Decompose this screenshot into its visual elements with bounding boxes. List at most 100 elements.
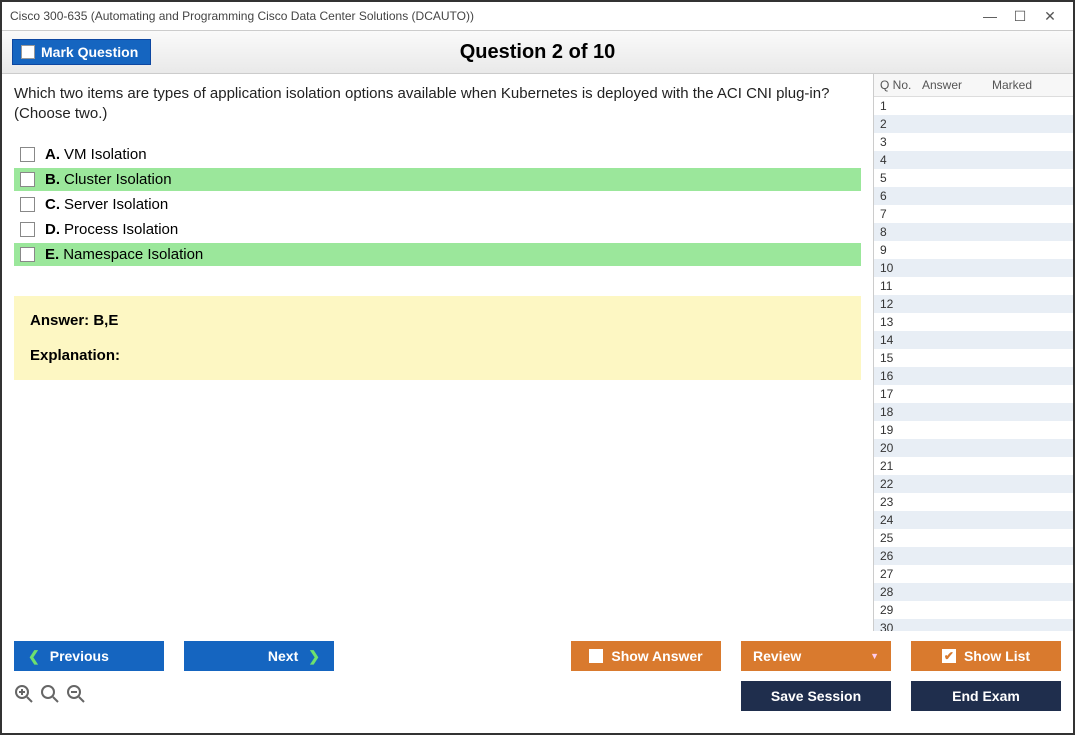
window-title: Cisco 300-635 (Automating and Programmin… [10,9,975,23]
question-list-row[interactable]: 24 [874,511,1073,529]
question-list-row[interactable]: 15 [874,349,1073,367]
end-exam-button[interactable]: End Exam [911,681,1061,711]
qno-cell: 21 [880,459,922,473]
show-list-checkbox-icon [942,649,956,663]
question-list-row[interactable]: 12 [874,295,1073,313]
choice-letter: B. [45,171,60,188]
qno-cell: 30 [880,621,922,631]
minimize-icon[interactable]: — [975,8,1005,24]
footer-row-1: ❮ Previous Next ❯ Show Answer Review ▼ S… [14,641,1061,671]
question-list-row[interactable]: 11 [874,277,1073,295]
qno-cell: 17 [880,387,922,401]
question-list-row[interactable]: 13 [874,313,1073,331]
end-exam-label: End Exam [952,688,1020,704]
qno-cell: 5 [880,171,922,185]
choice-row[interactable]: B.Cluster Isolation [14,168,861,191]
choice-checkbox[interactable] [20,147,35,162]
review-label: Review [753,648,801,664]
qno-cell: 2 [880,117,922,131]
question-text: Which two items are types of application… [14,84,861,125]
close-icon[interactable]: ✕ [1035,8,1065,25]
question-list-row[interactable]: 2 [874,115,1073,133]
qno-cell: 4 [880,153,922,167]
choice-row[interactable]: E.Namespace Isolation [14,243,861,266]
qno-cell: 22 [880,477,922,491]
mark-checkbox-icon [21,45,35,59]
question-list-row[interactable]: 27 [874,565,1073,583]
question-list-row[interactable]: 30 [874,619,1073,631]
qno-cell: 13 [880,315,922,329]
review-button[interactable]: Review ▼ [741,641,891,671]
question-list-body[interactable]: 1234567891011121314151617181920212223242… [874,97,1073,631]
col-answer: Answer [922,78,992,92]
footer-row-2: Save Session End Exam [14,681,1061,711]
qno-cell: 20 [880,441,922,455]
mark-question-button[interactable]: Mark Question [12,39,151,65]
choice-row[interactable]: A.VM Isolation [14,143,861,166]
choice-checkbox[interactable] [20,172,35,187]
chevron-right-icon: ❯ [308,648,320,665]
qno-cell: 1 [880,99,922,113]
question-list-row[interactable]: 25 [874,529,1073,547]
question-list-row[interactable]: 5 [874,169,1073,187]
choice-letter: D. [45,221,60,238]
next-button[interactable]: Next ❯ [184,641,334,671]
question-list-row[interactable]: 18 [874,403,1073,421]
question-list-row[interactable]: 1 [874,97,1073,115]
save-session-button[interactable]: Save Session [741,681,891,711]
save-session-label: Save Session [771,688,861,704]
choice-row[interactable]: C.Server Isolation [14,193,861,216]
question-list-row[interactable]: 29 [874,601,1073,619]
question-list-row[interactable]: 26 [874,547,1073,565]
question-list-row[interactable]: 23 [874,493,1073,511]
choice-text: Cluster Isolation [64,171,172,188]
qno-cell: 10 [880,261,922,275]
question-list-row[interactable]: 22 [874,475,1073,493]
titlebar: Cisco 300-635 (Automating and Programmin… [2,2,1073,30]
zoom-reset-icon[interactable] [40,684,60,709]
qno-cell: 29 [880,603,922,617]
next-label: Next [268,648,298,664]
show-list-button[interactable]: Show List [911,641,1061,671]
question-list-row[interactable]: 16 [874,367,1073,385]
question-list-row[interactable]: 8 [874,223,1073,241]
mark-question-label: Mark Question [41,44,138,60]
answer-box: Answer: B,E Explanation: [14,296,861,380]
qno-cell: 12 [880,297,922,311]
qno-cell: 23 [880,495,922,509]
show-list-label: Show List [964,648,1030,664]
question-list-row[interactable]: 20 [874,439,1073,457]
answer-text: Answer: B,E [30,312,845,329]
choice-checkbox[interactable] [20,247,35,262]
chevron-down-icon: ▼ [870,651,879,661]
maximize-icon[interactable]: ☐ [1005,8,1035,25]
question-list-row[interactable]: 6 [874,187,1073,205]
question-list-row[interactable]: 21 [874,457,1073,475]
choice-row[interactable]: D.Process Isolation [14,218,861,241]
explanation-label: Explanation: [30,347,845,364]
question-list-row[interactable]: 3 [874,133,1073,151]
question-list-row[interactable]: 17 [874,385,1073,403]
choice-checkbox[interactable] [20,197,35,212]
show-answer-button[interactable]: Show Answer [571,641,721,671]
app-window: Cisco 300-635 (Automating and Programmin… [0,0,1075,735]
qno-cell: 16 [880,369,922,383]
question-list-row[interactable]: 19 [874,421,1073,439]
question-list-row[interactable]: 9 [874,241,1073,259]
zoom-out-icon[interactable] [66,684,86,709]
qno-cell: 18 [880,405,922,419]
qno-cell: 24 [880,513,922,527]
question-list-row[interactable]: 14 [874,331,1073,349]
qno-cell: 6 [880,189,922,203]
qno-cell: 7 [880,207,922,221]
zoom-controls [14,684,86,709]
zoom-in-icon[interactable] [14,684,34,709]
question-list-row[interactable]: 4 [874,151,1073,169]
question-list-row[interactable]: 28 [874,583,1073,601]
previous-button[interactable]: ❮ Previous [14,641,164,671]
question-list-row[interactable]: 7 [874,205,1073,223]
qno-cell: 15 [880,351,922,365]
choice-checkbox[interactable] [20,222,35,237]
choice-text: Namespace Isolation [63,246,203,263]
question-list-row[interactable]: 10 [874,259,1073,277]
